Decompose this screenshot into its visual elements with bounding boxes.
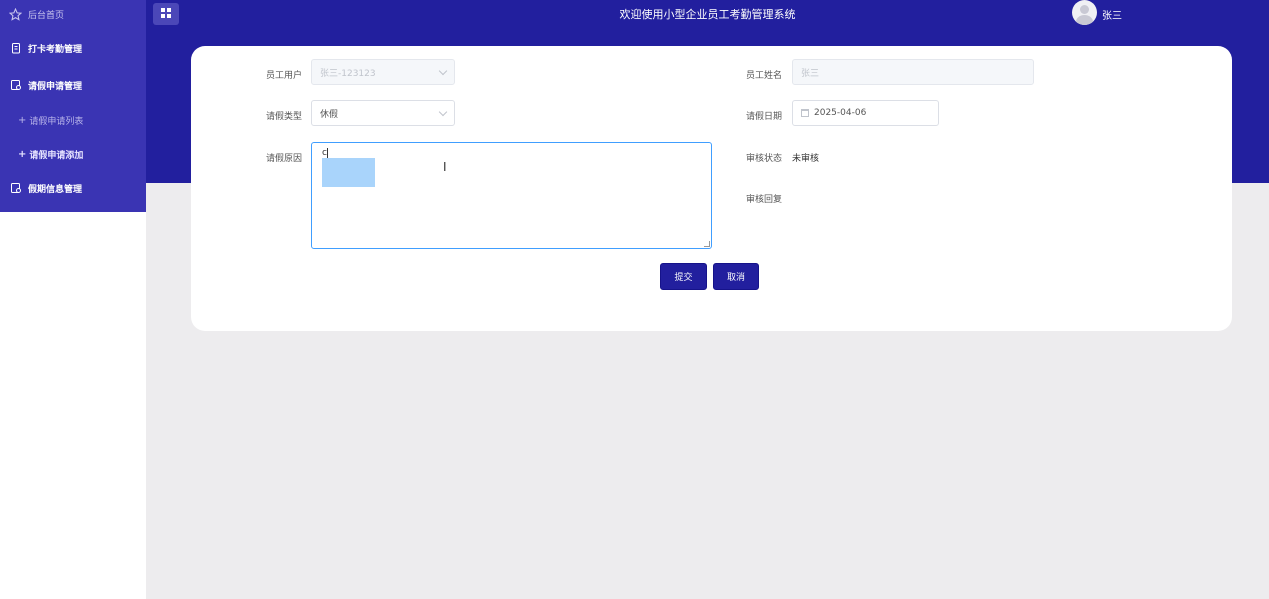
leave-type-select[interactable]: 休假	[311, 100, 455, 126]
reason-textarea[interactable]: c	[311, 142, 712, 249]
review-status-value: 未审核	[792, 154, 820, 164]
sidebar-item-leave-list[interactable]: + 请假申请列表	[0, 103, 146, 137]
sidebar: 后台首页 打卡考勤管理 请假申请管理 + 请假申请列表 + 请假申请添加 假期信…	[0, 0, 146, 599]
leave-type-label: 请假类型	[266, 112, 303, 122]
sidebar-item-label: 打卡考勤管理	[28, 44, 83, 55]
sidebar-item-home[interactable]: 后台首页	[0, 0, 146, 29]
cancel-button[interactable]: 取消	[713, 263, 759, 290]
chevron-down-icon	[438, 66, 448, 76]
sidebar-item-label: 请假申请添加	[29, 150, 84, 161]
sidebar-item-holiday-management[interactable]: 假期信息管理	[0, 171, 146, 205]
text-selection	[322, 158, 375, 187]
clipboard-icon	[9, 42, 22, 55]
resize-handle[interactable]	[704, 241, 710, 247]
employee-name-value: 张三	[801, 68, 820, 79]
employee-user-select: 张三-123123	[311, 59, 455, 85]
sidebar-menu: 后台首页 打卡考勤管理 请假申请管理 + 请假申请列表 + 请假申请添加 假期信…	[0, 0, 146, 212]
reason-label: 请假原因	[266, 154, 303, 164]
text-caret	[327, 148, 328, 158]
employee-name-label: 员工姓名	[746, 71, 783, 81]
leave-type-value: 休假	[320, 109, 339, 120]
user-name: 张三	[1102, 10, 1122, 22]
sidebar-item-label: 请假申请列表	[29, 116, 84, 127]
star-icon	[9, 8, 22, 21]
sidebar-item-label: 后台首页	[28, 11, 65, 21]
calendar-icon	[801, 109, 809, 117]
employee-name-field: 张三	[792, 59, 1034, 85]
review-status-label: 审核状态	[746, 154, 783, 164]
leave-date-label: 请假日期	[746, 112, 783, 122]
sidebar-item-leave-management[interactable]: 请假申请管理	[0, 67, 146, 103]
user-menu[interactable]: 张三	[1072, 0, 1122, 25]
chevron-down-icon	[438, 107, 448, 117]
sidebar-item-attendance[interactable]: 打卡考勤管理	[0, 29, 146, 67]
leave-form-card: 员工用户 张三-123123 员工姓名 张三 请假类型 休假 请假日期 2025…	[191, 46, 1232, 331]
document-icon	[9, 182, 22, 195]
leave-date-picker[interactable]: 2025-04-06	[792, 100, 939, 126]
ibeam-cursor-icon: I	[443, 160, 447, 174]
plus-icon: +	[18, 114, 27, 126]
review-reply-label: 审核回复	[746, 195, 783, 205]
avatar	[1072, 0, 1097, 25]
employee-user-label: 员工用户	[266, 71, 303, 81]
leave-date-value: 2025-04-06	[814, 108, 867, 118]
submit-button[interactable]: 提交	[660, 263, 707, 290]
sidebar-item-label: 请假申请管理	[28, 81, 83, 92]
document-icon	[9, 79, 22, 92]
sidebar-item-label: 假期信息管理	[28, 184, 83, 195]
sidebar-item-leave-add[interactable]: + 请假申请添加	[0, 137, 146, 171]
plus-icon: +	[18, 148, 27, 160]
employee-user-value: 张三-123123	[320, 68, 376, 79]
